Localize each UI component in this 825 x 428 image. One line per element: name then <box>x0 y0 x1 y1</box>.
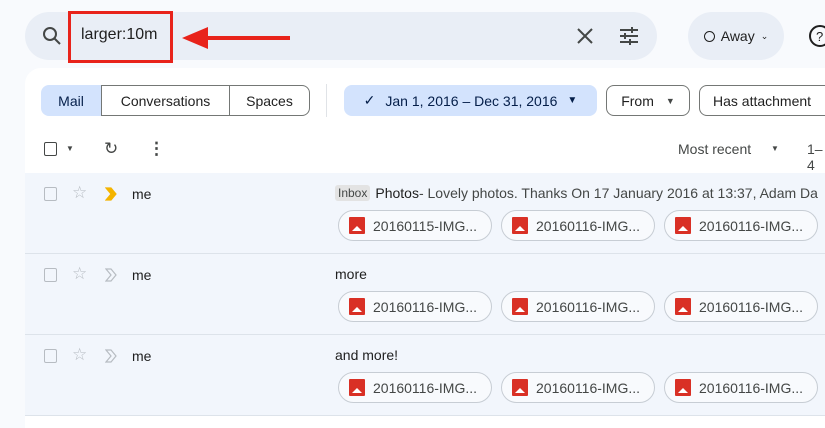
inbox-label[interactable]: Inbox <box>335 185 371 201</box>
not-important-marker-icon[interactable] <box>105 268 117 282</box>
attachment-chip[interactable]: 20160115-IMG... <box>338 210 492 241</box>
from-filter-chip[interactable]: From ▼ <box>606 85 690 116</box>
star-icon[interactable]: ☆ <box>72 183 87 203</box>
tab-conversations[interactable]: Conversations <box>101 85 230 116</box>
sender: me <box>132 267 152 283</box>
sort-dropdown-icon[interactable]: ▼ <box>771 144 779 153</box>
attachment-name: 20160116-IMG... <box>699 379 804 396</box>
tab-mail[interactable]: Mail <box>41 85 101 116</box>
search-icon[interactable] <box>42 26 62 46</box>
snippet: - Lovely photos. Thanks On 17 January 20… <box>418 185 818 201</box>
email-row[interactable]: ☆ me and more! 20160116-IMG... 20160116-IM… <box>25 335 825 416</box>
select-all-checkbox[interactable] <box>44 142 57 156</box>
star-icon[interactable]: ☆ <box>72 264 87 284</box>
date-filter-chip[interactable]: ✓ Jan 1, 2016 – Dec 31, 2016 ▼ <box>344 85 597 116</box>
attachment-chip[interactable]: 20160116-IMG... <box>664 210 818 241</box>
attachment-name: 20160116-IMG... <box>699 217 804 234</box>
attachment-name: 20160116-IMG... <box>536 379 641 396</box>
pagination-range: 1–4 <box>807 141 823 173</box>
email-row[interactable]: ☆ me more 20160116-IMG... 20160116-IMG... 2… <box>25 254 825 335</box>
status-circle-icon <box>703 30 715 42</box>
attachment-name: 20160116-IMG... <box>699 298 804 315</box>
attachment-chip[interactable]: 20160116-IMG... <box>501 291 655 322</box>
attachment-chip[interactable]: 20160116-IMG... <box>338 372 492 403</box>
has-attachment-chip[interactable]: Has attachment <box>699 85 825 116</box>
image-file-icon <box>675 217 691 234</box>
attachment-name: 20160116-IMG... <box>373 379 478 396</box>
sender: me <box>132 186 152 202</box>
image-file-icon <box>349 379 365 396</box>
star-icon[interactable]: ☆ <box>72 345 87 365</box>
image-file-icon <box>349 217 365 234</box>
attachment-chip[interactable]: 20160116-IMG... <box>338 291 492 322</box>
attachment-name: 20160116-IMG... <box>536 298 641 315</box>
status-label: Away <box>720 28 755 44</box>
row-checkbox[interactable] <box>44 268 57 282</box>
important-marker-icon[interactable] <box>105 187 117 201</box>
clear-search-icon[interactable] <box>576 27 594 45</box>
chevron-down-icon: ⌄ <box>760 30 769 41</box>
from-label: From <box>621 92 654 109</box>
divider <box>326 84 327 117</box>
attachment-chip[interactable]: 20160116-IMG... <box>501 372 655 403</box>
more-options-icon[interactable]: ⋮ <box>148 139 165 159</box>
svg-text:?: ? <box>816 29 823 44</box>
image-file-icon <box>512 298 528 315</box>
search-options-icon[interactable] <box>618 25 640 47</box>
image-file-icon <box>349 298 365 315</box>
has-attachment-label: Has attachment <box>713 92 812 109</box>
image-file-icon <box>512 217 528 234</box>
status-button[interactable]: Away ⌄ <box>688 12 784 60</box>
annotation-arrow-icon <box>182 27 290 49</box>
date-range-label: Jan 1, 2016 – Dec 31, 2016 <box>385 92 558 109</box>
image-file-icon <box>675 379 691 396</box>
attachment-name: 20160116-IMG... <box>373 298 478 315</box>
dropdown-arrow-icon: ▼ <box>665 95 675 106</box>
check-icon: ✓ <box>363 92 376 108</box>
row-checkbox[interactable] <box>44 349 57 363</box>
select-dropdown-icon[interactable]: ▼ <box>66 144 74 153</box>
sender: me <box>132 348 152 364</box>
attachment-chip[interactable]: 20160116-IMG... <box>664 372 818 403</box>
attachment-name: 20160116-IMG... <box>536 217 641 234</box>
not-important-marker-icon[interactable] <box>105 349 117 363</box>
refresh-icon[interactable]: ↻ <box>104 139 118 159</box>
image-file-icon <box>675 298 691 315</box>
help-icon[interactable]: ? <box>808 24 825 48</box>
subject: Photos <box>375 185 419 201</box>
email-row[interactable]: ☆ me Inbox Photos - Lovely photos. Thanks… <box>25 173 825 254</box>
annotation-highlight-box <box>68 11 173 63</box>
attachment-chip[interactable]: 20160116-IMG... <box>664 291 818 322</box>
sort-label[interactable]: Most recent <box>678 141 751 157</box>
tab-spaces[interactable]: Spaces <box>229 85 310 116</box>
attachment-name: 20160115-IMG... <box>373 217 478 234</box>
image-file-icon <box>512 379 528 396</box>
subject: and more! <box>335 347 399 363</box>
attachment-chip[interactable]: 20160116-IMG... <box>501 210 655 241</box>
dropdown-arrow-icon: ▼ <box>567 95 578 106</box>
subject: more <box>335 266 367 282</box>
row-checkbox[interactable] <box>44 187 57 201</box>
